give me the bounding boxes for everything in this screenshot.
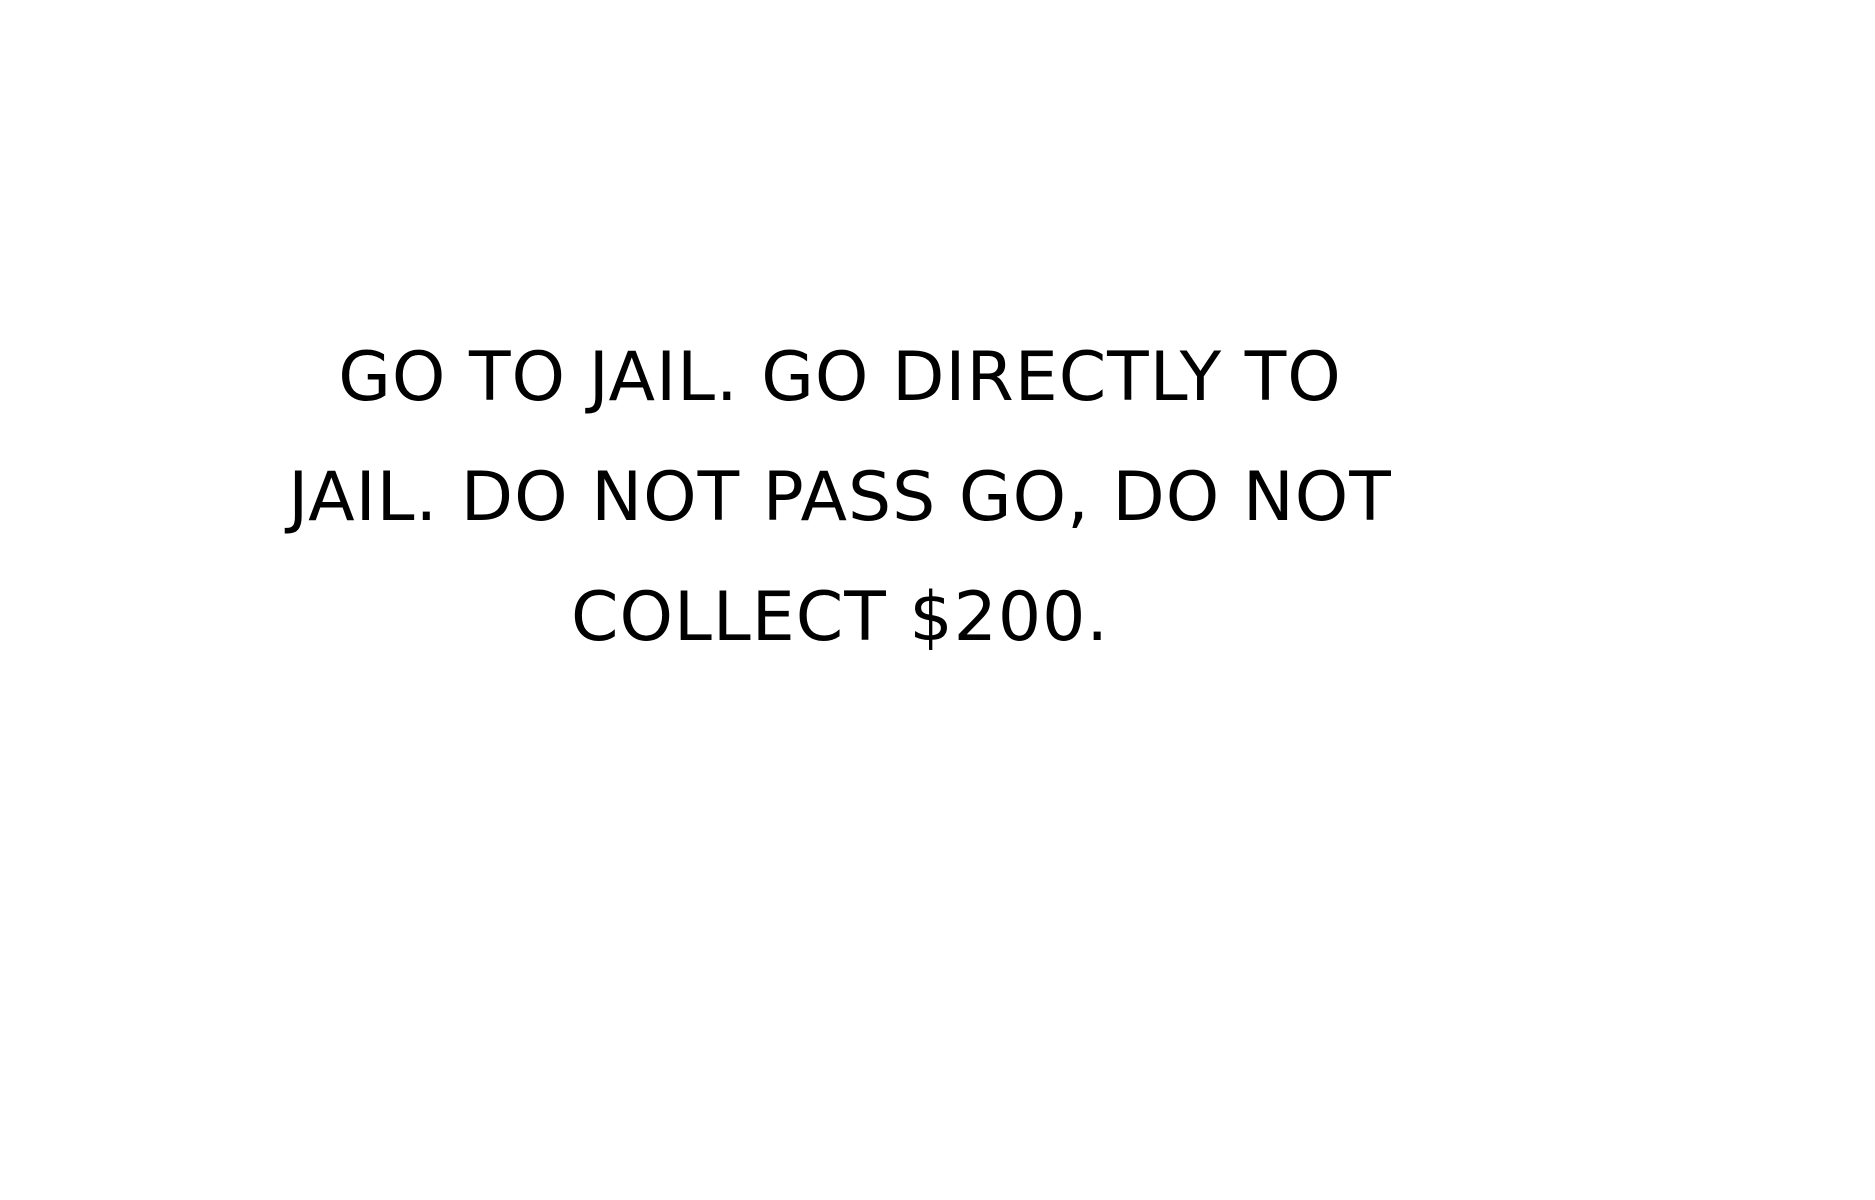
message-line-3: COLLECT $200. <box>570 578 1110 657</box>
message-line-2: JAIL. DO NOT PASS GO, DO NOT <box>288 458 1392 537</box>
message-line-1: GO TO JAIL. GO DIRECTLY TO <box>338 338 1342 417</box>
card-canvas: GO TO JAIL. GO DIRECTLY TO JAIL. DO NOT … <box>0 0 1875 1200</box>
card-message: GO TO JAIL. GO DIRECTLY TO JAIL. DO NOT … <box>200 318 1480 678</box>
